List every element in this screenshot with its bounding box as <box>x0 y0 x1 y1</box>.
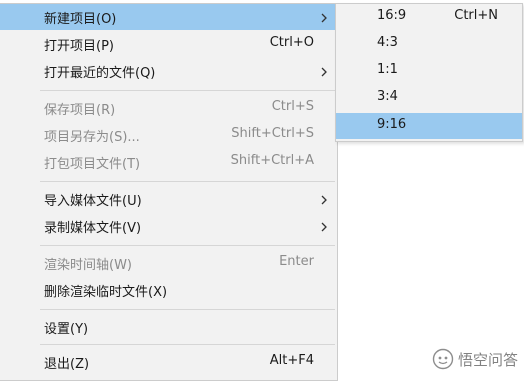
watermark-text: 悟空问答 <box>457 350 518 369</box>
menu-item-import-media[interactable]: 导入媒体文件(U) <box>0 186 337 212</box>
menu-item-shortcut: Enter <box>279 254 314 269</box>
menu-item-label: 设置(Y) <box>44 322 89 337</box>
menu-separator <box>40 344 335 345</box>
menu-item-shortcut: Ctrl+O <box>269 35 314 50</box>
menu-item-label: 新建项目(O) <box>44 12 117 27</box>
submenu-item-16-9[interactable]: 16:9 Ctrl+N <box>336 4 522 30</box>
watermark-logo-icon <box>432 348 454 370</box>
menu-item-label: 录制媒体文件(V) <box>44 221 142 236</box>
menu-item-open-recent[interactable]: 打开最近的文件(Q) <box>0 58 337 84</box>
new-project-submenu: 16:9 Ctrl+N 4:3 1:1 3:4 9:16 <box>335 3 523 142</box>
chevron-right-icon <box>321 67 327 77</box>
submenu-item-4-3[interactable]: 4:3 <box>336 31 522 57</box>
menu-item-label: 项目另存为(S)... <box>44 130 140 145</box>
menu-item-shortcut: Shift+Ctrl+S <box>231 126 314 141</box>
menu-item-label: 退出(Z) <box>44 357 90 372</box>
watermark: 悟空问答 <box>432 347 518 371</box>
menu-item-settings[interactable]: 设置(Y) <box>0 314 337 340</box>
chevron-right-icon <box>321 195 327 205</box>
submenu-item-shortcut: Ctrl+N <box>454 8 498 23</box>
menu-separator <box>40 245 335 246</box>
menu-item-open-project[interactable]: 打开项目(P) Ctrl+O <box>0 31 337 57</box>
menu-item-label: 保存项目(R) <box>44 103 116 118</box>
chevron-right-icon <box>321 222 327 232</box>
menu-item-new-project[interactable]: 新建项目(O) <box>0 4 337 30</box>
menu-item-render-timeline[interactable]: 渲染时间轴(W) Enter <box>0 250 337 276</box>
menu-separator <box>40 309 335 310</box>
menu-item-shortcut: Shift+Ctrl+A <box>230 153 314 168</box>
file-menu: 新建项目(O) 打开项目(P) Ctrl+O 打开最近的文件(Q) 保存项目(R… <box>0 3 338 381</box>
submenu-item-label: 9:16 <box>377 117 407 132</box>
menu-item-label: 打开项目(P) <box>44 39 114 54</box>
menu-item-pack-project[interactable]: 打包项目文件(T) Shift+Ctrl+A <box>0 149 337 175</box>
submenu-item-label: 16:9 <box>377 8 407 23</box>
menu-item-label: 打开最近的文件(Q) <box>44 66 156 81</box>
submenu-item-9-16[interactable]: 9:16 <box>336 113 522 139</box>
menu-item-shortcut: Ctrl+S <box>271 99 314 114</box>
submenu-item-1-1[interactable]: 1:1 <box>336 58 522 84</box>
submenu-item-3-4[interactable]: 3:4 <box>336 85 522 111</box>
menu-item-save-project[interactable]: 保存项目(R) Ctrl+S <box>0 95 337 121</box>
submenu-item-label: 1:1 <box>377 62 398 77</box>
menu-item-save-as[interactable]: 项目另存为(S)... Shift+Ctrl+S <box>0 122 337 148</box>
menu-item-shortcut: Alt+F4 <box>269 353 314 368</box>
menu-item-exit[interactable]: 退出(Z) Alt+F4 <box>0 349 337 375</box>
chevron-right-icon <box>321 13 327 23</box>
menu-item-label: 打包项目文件(T) <box>44 157 141 172</box>
menu-item-label: 渲染时间轴(W) <box>44 258 132 273</box>
submenu-item-label: 4:3 <box>377 35 398 50</box>
menu-separator <box>40 90 335 91</box>
menu-item-record-media[interactable]: 录制媒体文件(V) <box>0 213 337 239</box>
menu-item-label: 导入媒体文件(U) <box>44 194 142 209</box>
menu-separator <box>40 181 335 182</box>
submenu-item-label: 3:4 <box>377 89 398 104</box>
menu-item-label: 删除渲染临时文件(X) <box>44 285 168 300</box>
menu-item-delete-render-temp[interactable]: 删除渲染临时文件(X) <box>0 277 337 303</box>
